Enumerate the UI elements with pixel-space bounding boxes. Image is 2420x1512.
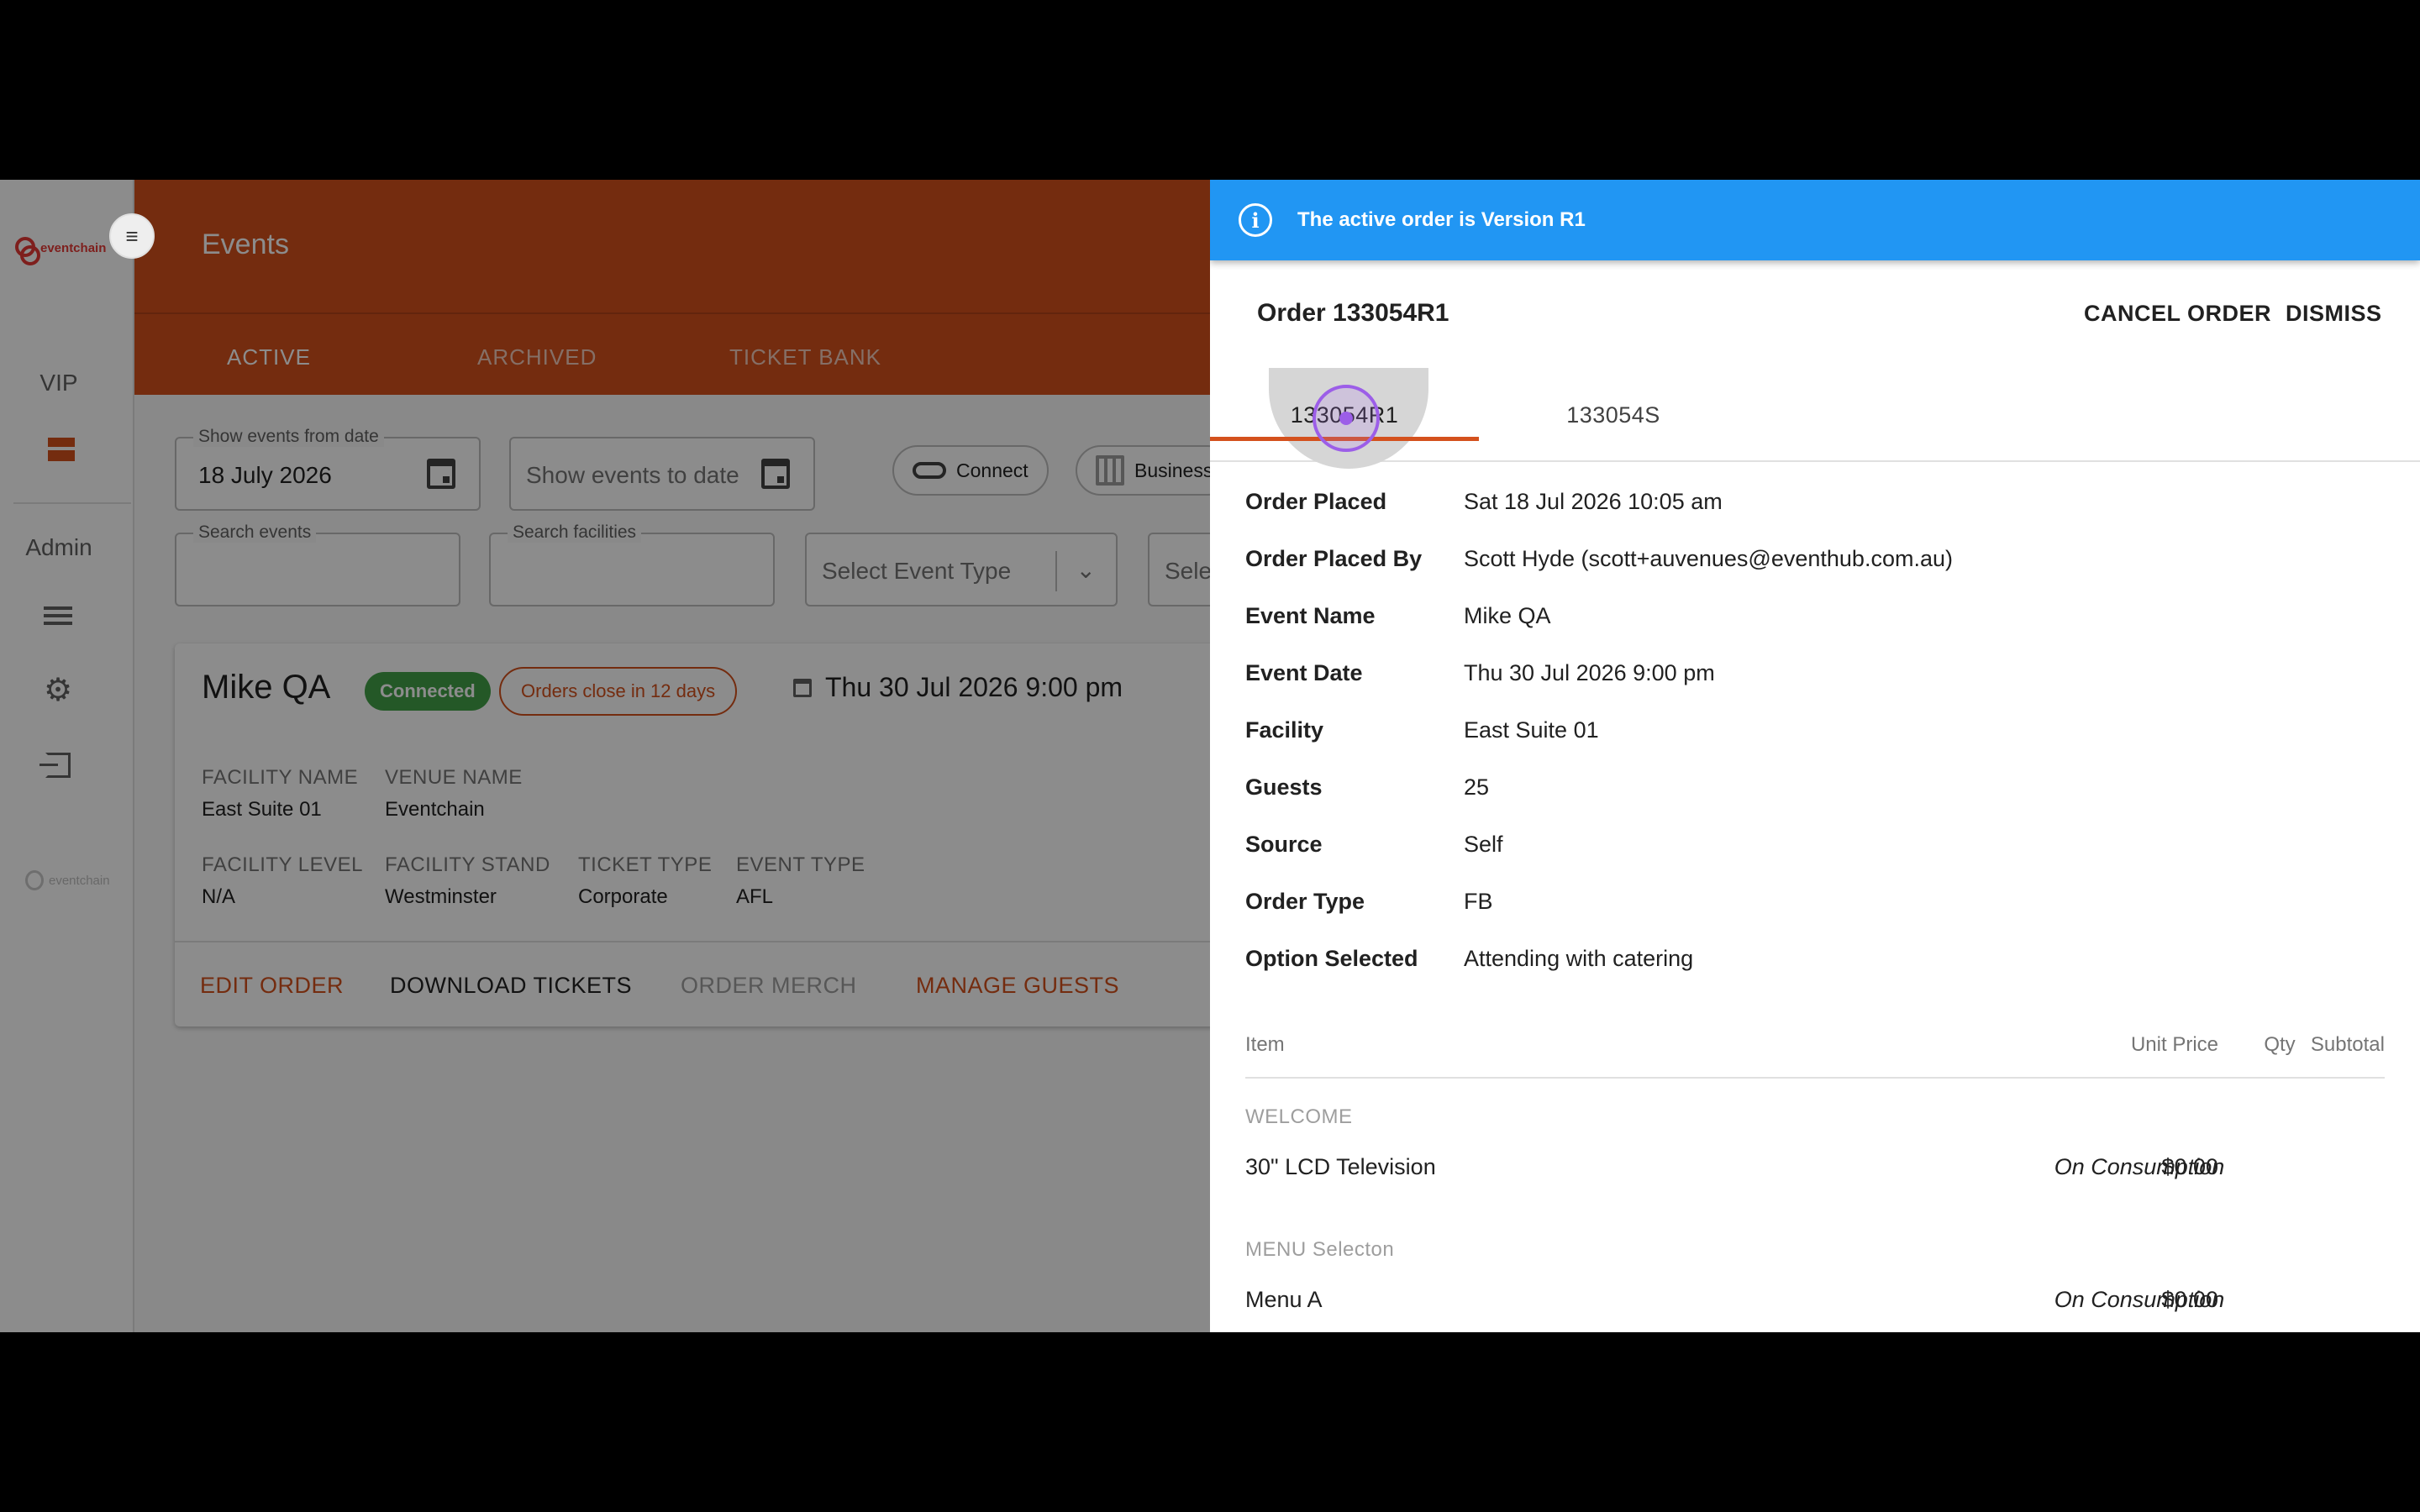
detail-label: Facility bbox=[1245, 717, 1324, 743]
detail-label: Guests bbox=[1245, 774, 1323, 800]
info-icon: i bbox=[1239, 203, 1272, 237]
tab-version-s[interactable]: 133054S bbox=[1479, 368, 1748, 462]
detail-label: Event Name bbox=[1245, 603, 1376, 628]
dismiss-button[interactable]: DISMISS bbox=[2286, 301, 2382, 327]
sidebar-collapse-button[interactable]: ≡ bbox=[109, 213, 155, 259]
version-tabs: 133054R1 133054S bbox=[1210, 368, 2420, 469]
detail-value: 25 bbox=[1464, 774, 1490, 800]
detail-value: Thu 30 Jul 2026 9:00 pm bbox=[1464, 660, 1715, 685]
detail-label: Source bbox=[1245, 832, 1323, 857]
order-drawer: i The active order is Version R1 Order 1… bbox=[1210, 180, 2420, 1332]
column-header-subtotal: Subtotal bbox=[2310, 1033, 2385, 1056]
order-title: Order 133054R1 bbox=[1257, 299, 1449, 327]
detail-value: Mike QA bbox=[1464, 603, 1551, 628]
detail-value: FB bbox=[1464, 889, 1493, 914]
table-header-divider bbox=[1245, 1077, 2385, 1079]
active-version-alert: i The active order is Version R1 bbox=[1210, 180, 2420, 260]
detail-value: Attending with catering bbox=[1464, 946, 1694, 971]
alert-text: The active order is Version R1 bbox=[1297, 208, 1586, 231]
item-qty: On Consumption bbox=[2054, 1154, 2225, 1179]
detail-label: Order Placed bbox=[1245, 489, 1387, 514]
item-name: 30" LCD Television bbox=[1245, 1154, 1436, 1179]
detail-label: Order Type bbox=[1245, 889, 1365, 914]
column-header-unit-price: Unit Price bbox=[2130, 1033, 2218, 1056]
cancel-order-button[interactable]: CANCEL ORDER bbox=[2084, 301, 2271, 327]
detail-label: Order Placed By bbox=[1245, 546, 1423, 571]
item-qty: On Consumption bbox=[2054, 1287, 2225, 1312]
app-window: eventchain VIP Admin ⚙ eventchain ≡ Even… bbox=[0, 180, 2420, 1332]
detail-label: Event Date bbox=[1245, 660, 1363, 685]
detail-value: East Suite 01 bbox=[1464, 717, 1599, 743]
detail-value: Sat 18 Jul 2026 10:05 am bbox=[1464, 489, 1723, 514]
detail-label: Option Selected bbox=[1245, 946, 1418, 971]
cursor-dot bbox=[1339, 412, 1353, 425]
item-name: Menu A bbox=[1245, 1287, 1323, 1312]
column-header-item: Item bbox=[1245, 1033, 1285, 1056]
section-label: WELCOME bbox=[1245, 1105, 1353, 1128]
detail-value: Scott Hyde (scott+auvenues@eventhub.com.… bbox=[1464, 546, 1953, 571]
section-label: MENU Selecton bbox=[1245, 1238, 1395, 1261]
detail-value: Self bbox=[1464, 832, 1503, 857]
